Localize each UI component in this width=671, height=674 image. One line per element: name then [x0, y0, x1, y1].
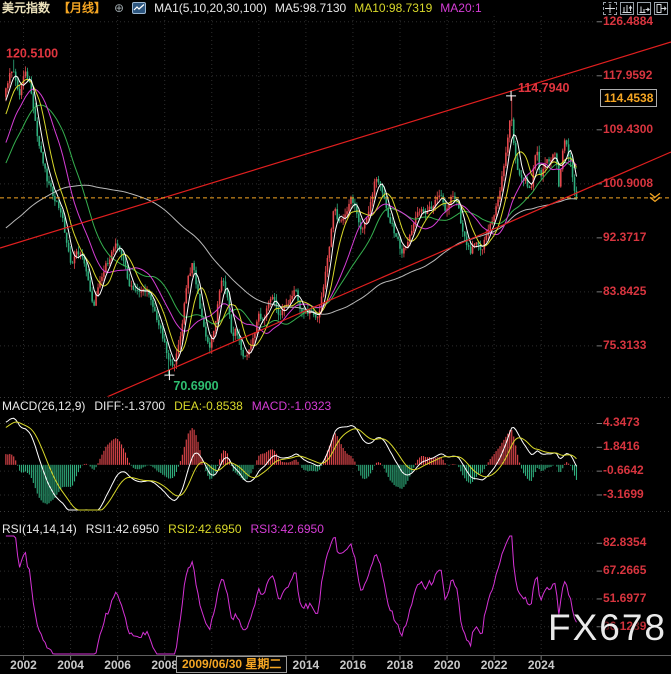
time-axis-label: 2002 — [4, 658, 44, 672]
chart-application: 120.5100 114.7940 70.6900 美元指数 【月线】 ⊕ MA1(… — [0, 0, 671, 674]
grid — [0, 16, 671, 660]
macd-macd-value: MACD:-1.0323 — [252, 399, 331, 413]
macd-title: MACD(26,12,9) — [2, 399, 85, 413]
price-axis-label: 83.8425 — [603, 285, 646, 298]
price-axis-label: 100.9008 — [603, 177, 653, 190]
rsi2-value: RSI2:42.6950 — [168, 522, 241, 536]
macd-header: MACD(26,12,9) DIFF:-1.3700 DEA:-0.8538 M… — [2, 399, 331, 413]
macd-axis-label: -3.1699 — [603, 488, 644, 501]
time-axis-label: 2014 — [286, 658, 326, 672]
moving-average-lines — [6, 76, 577, 361]
rsi-title: RSI(14,14,14) — [2, 522, 77, 536]
current-price-line — [0, 193, 671, 201]
crosshair-price-label: 114.4538 — [600, 89, 657, 107]
crosshair-tool-button[interactable] — [603, 2, 617, 15]
symbol-name: 美元指数 — [2, 0, 50, 16]
svg-text:120.5100: 120.5100 — [6, 47, 58, 61]
time-axis-label: 2016 — [333, 658, 373, 672]
time-axis-label: 2022 — [474, 658, 514, 672]
indicator-pane-forward-button[interactable] — [637, 2, 651, 15]
svg-text:70.6900: 70.6900 — [173, 379, 218, 393]
chart-canvas[interactable]: 120.5100 114.7940 70.6900 — [0, 0, 671, 674]
price-axis-label: 92.3717 — [603, 231, 646, 244]
rsi3-value: RSI3:42.6950 — [251, 522, 324, 536]
export-pane-button[interactable] — [654, 2, 668, 15]
price-axis-label: 75.3133 — [603, 339, 646, 352]
crosshair-date-label: 2009/06/30 星期二 — [176, 656, 287, 673]
macd-axis-label: -0.6642 — [603, 464, 644, 477]
watermark: FX678 — [548, 607, 667, 649]
macd-dea-value: DEA:-0.8538 — [174, 399, 243, 413]
ma10-value: MA10:98.7319 — [354, 0, 432, 16]
price-axis-label: 117.9592 — [603, 69, 652, 82]
rsi-axis-label: 51.6977 — [603, 592, 646, 605]
ma5-value: MA5:98.7130 — [275, 0, 346, 16]
expand-icon[interactable]: ⊕ — [114, 0, 124, 16]
time-axis-label: 2020 — [427, 658, 467, 672]
chart-type-icon[interactable] — [132, 2, 146, 14]
macd-axis-label: 4.3473 — [603, 416, 640, 429]
rsi-axis-label: 67.2665 — [603, 564, 646, 577]
rsi-panel — [6, 536, 577, 654]
price-axis-label: 109.4300 — [603, 123, 653, 136]
chart-toolbar — [603, 2, 668, 15]
macd-panel — [6, 418, 577, 510]
time-axis-label: 2006 — [98, 658, 138, 672]
indicator-pane-up-button[interactable] — [620, 2, 634, 15]
rsi-header: RSI(14,14,14) RSI1:42.6950 RSI2:42.6950 … — [2, 522, 324, 536]
svg-text:114.7940: 114.7940 — [518, 81, 569, 95]
ma-settings-label: MA1(5,10,20,30,100) — [154, 0, 267, 16]
ma20-value: MA20:1 — [440, 0, 481, 16]
rsi-axis-label: 82.8354 — [603, 536, 646, 549]
rsi1-value: RSI1:42.6950 — [86, 522, 159, 536]
price-axis-label: 126.4884 — [603, 15, 653, 28]
time-axis-label: 2024 — [521, 658, 561, 672]
chart-header: 美元指数 【月线】 ⊕ MA1(5,10,20,30,100) MA5:98.7… — [0, 0, 601, 16]
time-axis-label: 2004 — [51, 658, 91, 672]
period-label: 【月线】 — [58, 0, 106, 16]
macd-diff-value: DIFF:-1.3700 — [94, 399, 165, 413]
macd-axis-label: 1.8416 — [603, 440, 640, 453]
time-axis-label: 2018 — [380, 658, 420, 672]
